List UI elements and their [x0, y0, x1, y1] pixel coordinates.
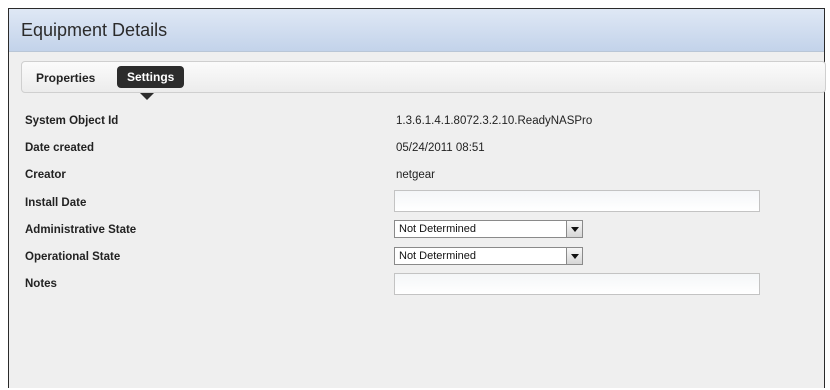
install-date-label: Install Date [25, 197, 87, 209]
equipment-details-panel: Equipment Details Properties Settings Sy… [8, 8, 826, 388]
creator-label: Creator [25, 169, 66, 181]
administrative-state-selected: Not Determined [399, 223, 477, 235]
tab-properties[interactable]: Properties [36, 68, 95, 88]
chevron-down-icon[interactable] [566, 248, 582, 264]
operational-state-select[interactable]: Not Determined [394, 247, 583, 265]
administrative-state-select[interactable]: Not Determined [394, 220, 583, 238]
system-object-id-label: System Object Id [25, 115, 119, 127]
date-created-value: 05/24/2011 08:51 [396, 142, 485, 154]
operational-state-selected: Not Determined [399, 250, 477, 262]
tab-bar: Properties Settings [21, 61, 826, 93]
notes-field[interactable] [394, 273, 760, 295]
date-created-label: Date created [25, 142, 95, 154]
administrative-state-label: Administrative State [25, 224, 137, 236]
panel-header: Equipment Details [9, 9, 824, 52]
operational-state-label: Operational State [25, 251, 121, 263]
creator-value: netgear [396, 169, 436, 181]
system-object-id-value: 1.3.6.1.4.1.8072.3.2.10.ReadyNASPro [396, 115, 593, 127]
chevron-down-icon[interactable] [566, 221, 582, 237]
tab-settings[interactable]: Settings [117, 66, 185, 88]
panel-title: Equipment Details [21, 20, 168, 40]
install-date-field[interactable] [394, 190, 760, 212]
notes-label: Notes [25, 278, 57, 290]
active-tab-pointer [140, 93, 154, 100]
